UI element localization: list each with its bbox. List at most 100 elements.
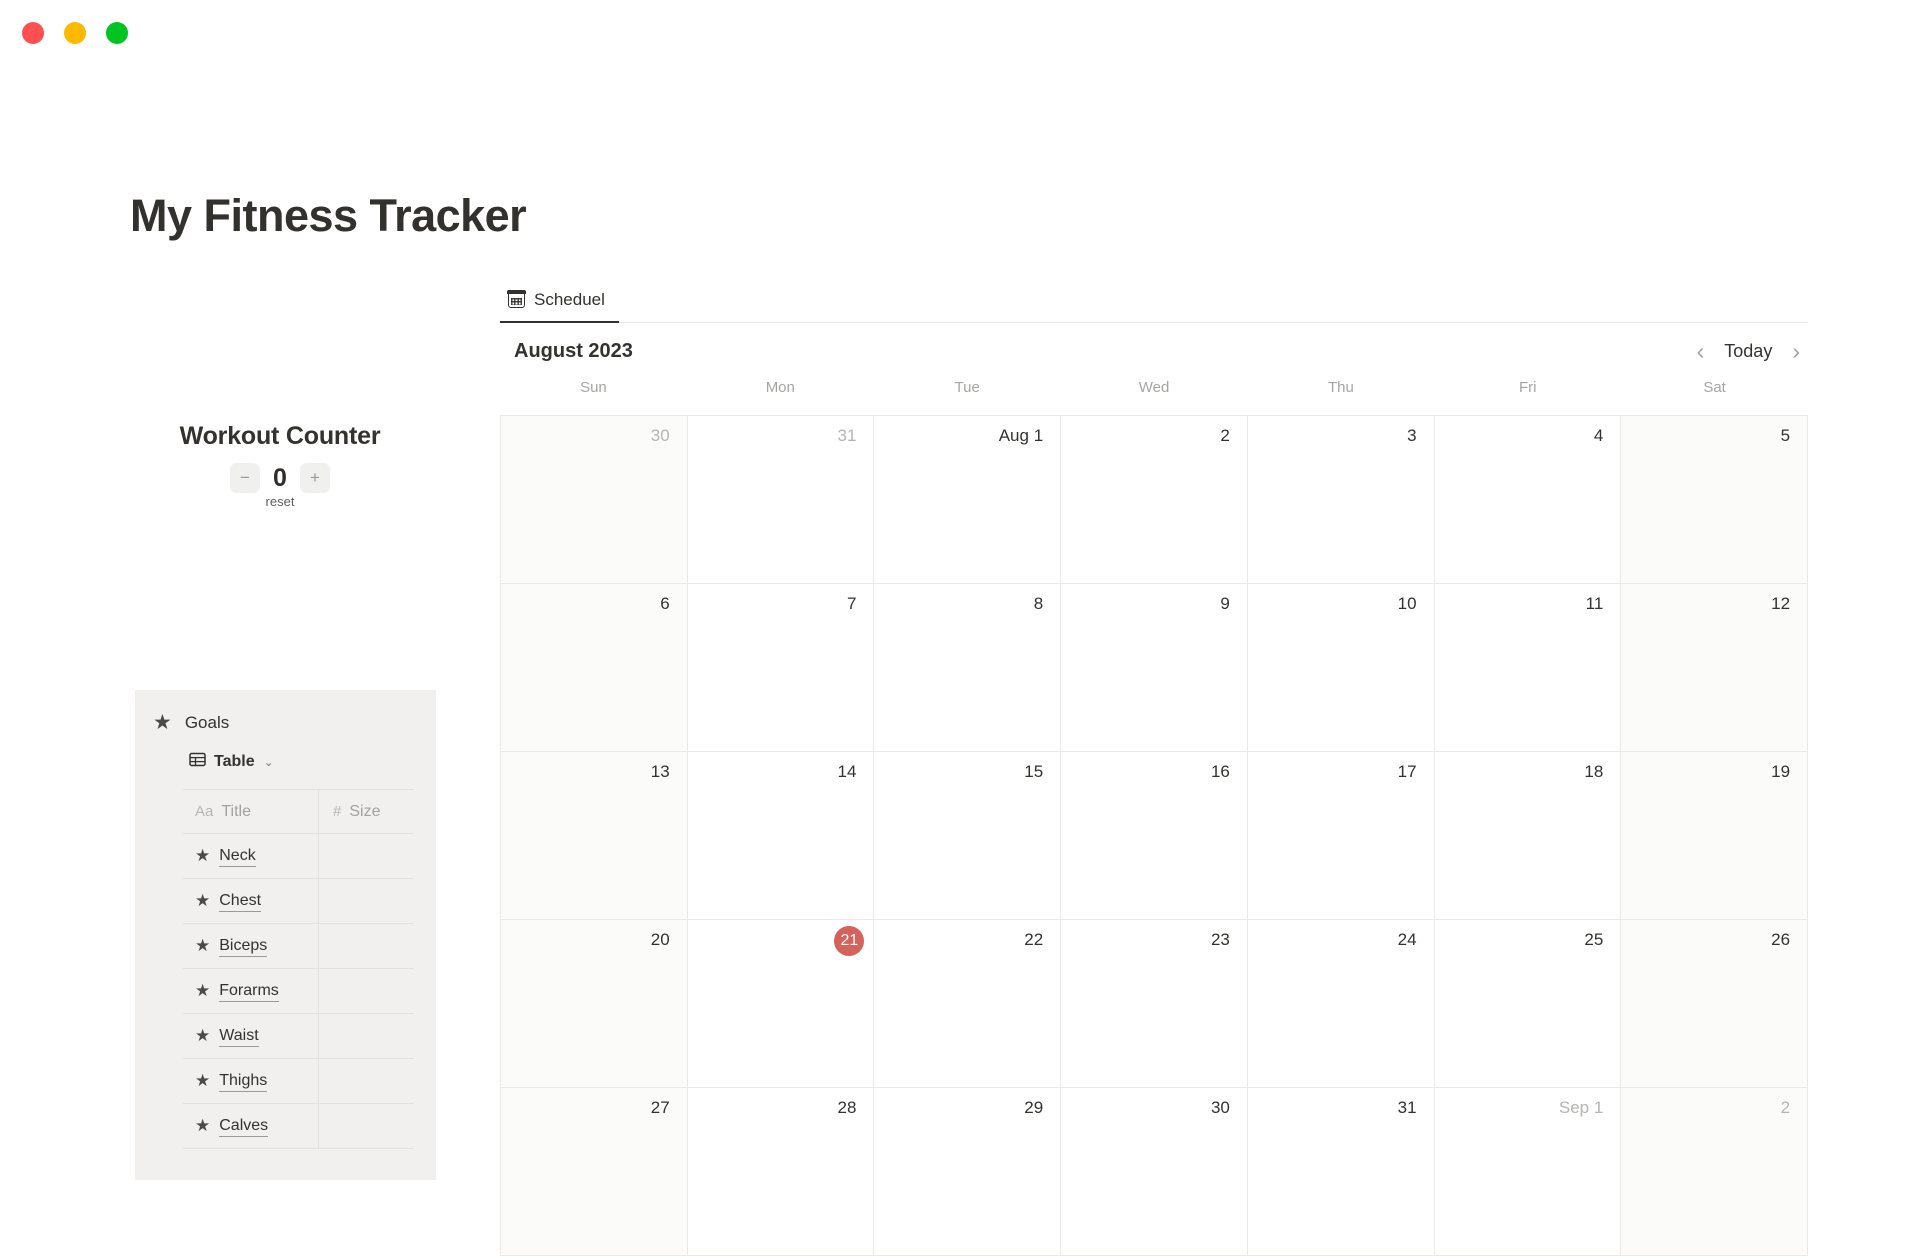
calendar-day-cell[interactable]: 17 — [1247, 752, 1435, 920]
goals-row-size-cell[interactable] — [319, 879, 414, 923]
goals-row-title: Thighs — [219, 1071, 268, 1092]
calendar-day-number: 17 — [1397, 762, 1417, 781]
calendar-day-number: 24 — [1397, 930, 1417, 949]
calendar-day-number: 12 — [1771, 594, 1791, 613]
column-header-title[interactable]: Aa Title — [183, 790, 319, 833]
goals-row-title: Waist — [219, 1026, 259, 1047]
goals-row-title: Chest — [219, 891, 262, 912]
today-button[interactable]: Today — [1724, 341, 1772, 362]
calendar-day-number: Sep 1 — [1558, 1098, 1604, 1117]
calendar-day-cell[interactable]: 19 — [1621, 752, 1809, 920]
calendar-month-label: August 2023 — [514, 339, 633, 362]
close-window-icon[interactable] — [22, 22, 44, 44]
weekday-label: Thu — [1327, 379, 1354, 396]
calendar-day-number: 26 — [1771, 930, 1791, 949]
minimize-window-icon[interactable] — [64, 22, 86, 44]
tab-scheduel-label: Scheduel — [534, 289, 605, 309]
table-row[interactable]: ★ Thighs — [183, 1059, 414, 1104]
calendar-day-cell[interactable]: 20 — [500, 920, 688, 1088]
calendar-day-number: 22 — [1024, 930, 1044, 949]
calendar-day-today[interactable]: 21 — [687, 920, 875, 1088]
goals-row-title-cell[interactable]: ★ Biceps — [183, 924, 319, 968]
table-row[interactable]: ★ Neck — [183, 834, 414, 879]
calendar-day-cell[interactable]: 30 — [500, 416, 688, 584]
calendar-day-cell[interactable]: 16 — [1061, 752, 1248, 920]
goals-row-size-cell[interactable] — [319, 1104, 414, 1148]
calendar-day-number: 23 — [1210, 930, 1230, 949]
table-row[interactable]: ★ Waist — [183, 1014, 414, 1059]
calendar-day-cell[interactable]: 10 — [1247, 584, 1435, 752]
column-header-size[interactable]: # Size — [319, 790, 414, 833]
goals-row-size-cell[interactable] — [319, 1059, 414, 1103]
calendar-icon — [507, 290, 526, 308]
calendar-day-cell[interactable]: Aug 1 — [874, 416, 1062, 584]
goals-header: ★ Goals — [135, 690, 436, 733]
goals-row-title-cell[interactable]: ★ Waist — [183, 1014, 319, 1058]
calendar-day-cell[interactable]: 13 — [500, 752, 688, 920]
counter-decrement-button[interactable]: − — [230, 463, 260, 493]
goals-row-title-cell[interactable]: ★ Chest — [183, 879, 319, 923]
column-header-title-label: Title — [221, 802, 251, 820]
calendar-day-number: 31 — [1397, 1098, 1417, 1117]
maximize-window-icon[interactable] — [106, 22, 128, 44]
calendar-day-cell[interactable]: 28 — [687, 1088, 875, 1256]
calendar-day-cell[interactable]: 2 — [1061, 416, 1248, 584]
calendar-grid: 30 31 Aug 1 2 3 4 5 6 7 8 9 10 11 12 13 14 15 16 17 18 19 20 2… — [500, 415, 1809, 1256]
calendar-day-cell[interactable]: 5 — [1621, 416, 1809, 584]
calendar-day-cell[interactable]: 29 — [874, 1088, 1062, 1256]
goals-row-title-cell[interactable]: ★ Neck — [183, 834, 319, 878]
calendar-day-cell[interactable]: 15 — [874, 752, 1062, 920]
counter-increment-button[interactable]: + — [300, 463, 330, 493]
calendar-day-cell[interactable]: 31 — [1247, 1088, 1435, 1256]
calendar-day-cell[interactable]: 27 — [500, 1088, 688, 1256]
calendar-day-cell[interactable]: 24 — [1247, 920, 1435, 1088]
calendar-day-cell[interactable]: 12 — [1621, 584, 1809, 752]
table-row[interactable]: ★ Calves — [183, 1104, 414, 1149]
calendar-day-cell[interactable]: 25 — [1434, 920, 1622, 1088]
counter-reset-button[interactable]: reset — [130, 494, 430, 509]
table-row[interactable]: ★ Chest — [183, 879, 414, 924]
calendar-day-cell[interactable]: 9 — [1061, 584, 1248, 752]
calendar-week-row: 6 7 8 9 10 11 12 — [500, 584, 1809, 752]
calendar-day-number: 28 — [837, 1098, 857, 1117]
star-icon: ★ — [195, 936, 211, 955]
calendar-week-row: 30 31 Aug 1 2 3 4 5 — [500, 416, 1809, 584]
calendar-day-cell[interactable]: 6 — [500, 584, 688, 752]
table-row[interactable]: ★ Forarms — [183, 969, 414, 1014]
calendar-day-cell[interactable]: 18 — [1434, 752, 1622, 920]
calendar-day-cell[interactable]: 2 — [1621, 1088, 1809, 1256]
calendar-day-cell[interactable]: 31 — [687, 416, 875, 584]
calendar-day-number: 5 — [1780, 426, 1791, 445]
calendar-day-cell[interactable]: 22 — [874, 920, 1062, 1088]
goals-row-size-cell[interactable] — [319, 834, 414, 878]
goals-row-title: Neck — [219, 846, 256, 867]
calendar-day-cell[interactable]: 4 — [1434, 416, 1622, 584]
calendar-day-number: 18 — [1584, 762, 1604, 781]
calendar-day-number: 14 — [837, 762, 857, 781]
calendar-day-cell[interactable]: 8 — [874, 584, 1062, 752]
calendar-day-cell[interactable]: Sep 1 — [1434, 1088, 1622, 1256]
calendar-day-number: 27 — [650, 1098, 670, 1117]
calendar-day-cell[interactable]: 3 — [1247, 416, 1435, 584]
calendar-day-cell[interactable]: 14 — [687, 752, 875, 920]
table-row[interactable]: ★ Biceps — [183, 924, 414, 969]
goals-row-title-cell[interactable]: ★ Calves — [183, 1104, 319, 1148]
goals-title: Goals — [184, 712, 230, 732]
calendar-day-cell[interactable]: 23 — [1061, 920, 1248, 1088]
calendar-day-number: 19 — [1771, 762, 1791, 781]
goals-row-size-cell[interactable] — [319, 969, 414, 1013]
goals-row-title-cell[interactable]: ★ Forarms — [183, 969, 319, 1013]
goals-row-size-cell[interactable] — [319, 1014, 414, 1058]
prev-month-icon[interactable]: ‹ — [1697, 339, 1705, 363]
counter-controls: − 0 + — [130, 463, 430, 493]
star-icon: ★ — [195, 1071, 211, 1090]
tab-scheduel[interactable]: Scheduel — [500, 278, 619, 323]
goals-row-title-cell[interactable]: ★ Thighs — [183, 1059, 319, 1103]
next-month-icon[interactable]: › — [1792, 339, 1800, 363]
calendar-day-cell[interactable]: 30 — [1061, 1088, 1248, 1256]
goals-row-size-cell[interactable] — [319, 924, 414, 968]
calendar-day-cell[interactable]: 11 — [1434, 584, 1622, 752]
goals-view-selector[interactable]: Table ⌄ — [135, 733, 436, 773]
calendar-day-cell[interactable]: 7 — [687, 584, 875, 752]
calendar-day-cell[interactable]: 26 — [1621, 920, 1809, 1088]
